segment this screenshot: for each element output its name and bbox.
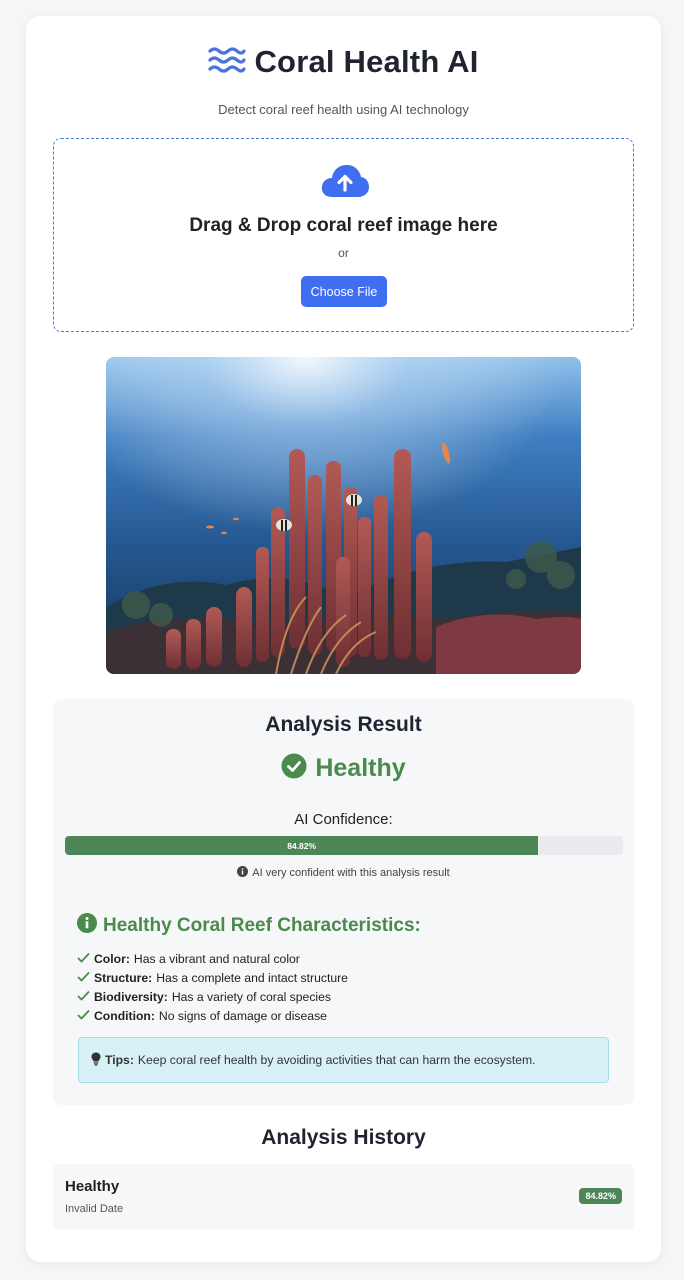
- history-item[interactable]: Healthy Invalid Date 84.82%: [53, 1164, 634, 1230]
- history-item-status: Healthy: [65, 1178, 120, 1195]
- characteristic-label: Color:: [94, 951, 130, 966]
- characteristic-text: Has a complete and intact structure: [156, 970, 348, 985]
- coral-reef-preview-image: [106, 357, 581, 674]
- info-circle-icon: [77, 913, 97, 938]
- upload-dropzone[interactable]: Drag & Drop coral reef image here or Cho…: [53, 138, 634, 332]
- water-icon: [208, 46, 247, 79]
- tips-text: Keep coral reef health by avoiding activ…: [137, 1053, 536, 1067]
- status-label: Healthy: [315, 754, 406, 782]
- analysis-result-panel: Analysis Result Healthy AI Confidence: 8…: [53, 699, 634, 1105]
- history-item-confidence-badge: 84.82%: [579, 1188, 622, 1204]
- characteristic-label: Condition:: [94, 1008, 155, 1023]
- check-circle-icon: [281, 753, 307, 784]
- list-item: Color: Has a vibrant and natural color: [77, 949, 348, 968]
- characteristic-text: No signs of damage or disease: [158, 1008, 327, 1023]
- characteristic-label: Biodiversity:: [94, 989, 168, 1004]
- choose-file-button[interactable]: Choose File: [301, 276, 387, 307]
- characteristic-text: Has a vibrant and natural color: [133, 951, 300, 966]
- confidence-label: AI Confidence:: [294, 811, 393, 828]
- analysis-status: Healthy: [53, 753, 634, 784]
- cloud-upload-icon: [320, 163, 370, 204]
- dropzone-or-text: or: [338, 246, 349, 260]
- check-icon: [77, 952, 90, 966]
- confidence-note-text: AI very confident with this analysis res…: [252, 867, 450, 879]
- lightbulb-icon: [91, 1052, 101, 1069]
- tips-label: Tips:: [105, 1053, 134, 1067]
- app-header: Coral Health AI: [26, 44, 661, 80]
- characteristics-heading: Healthy Coral Reef Characteristics:: [77, 913, 421, 938]
- check-icon: [77, 971, 90, 985]
- characteristic-text: Has a variety of coral species: [171, 989, 332, 1004]
- characteristic-label: Structure:: [94, 970, 153, 985]
- list-item: Condition: No signs of damage or disease: [77, 1006, 348, 1025]
- characteristics-list: Color: Has a vibrant and natural color S…: [77, 949, 348, 1025]
- app-subtitle: Detect coral reef health using AI techno…: [218, 102, 469, 117]
- app-title: Coral Health AI: [254, 44, 479, 79]
- confidence-bar-fill: 84.82%: [65, 836, 539, 855]
- info-circle-icon: [237, 866, 249, 880]
- confidence-note: AI very confident with this analysis res…: [53, 866, 634, 880]
- check-icon: [77, 1009, 90, 1023]
- list-item: Structure: Has a complete and intact str…: [77, 968, 348, 987]
- history-title: Analysis History: [261, 1126, 426, 1149]
- history-item-date: Invalid Date: [65, 1203, 124, 1215]
- analysis-result-title: Analysis Result: [265, 713, 422, 736]
- check-icon: [77, 990, 90, 1004]
- confidence-bar: 84.82%: [65, 836, 623, 855]
- main-card: Coral Health AI Detect coral reef health…: [26, 16, 661, 1262]
- tips-box: Tips: Keep coral reef health by avoiding…: [78, 1037, 609, 1083]
- dropzone-title: Drag & Drop coral reef image here: [189, 215, 498, 236]
- list-item: Biodiversity: Has a variety of coral spe…: [77, 987, 348, 1006]
- characteristics-title: Healthy Coral Reef Characteristics:: [103, 914, 421, 936]
